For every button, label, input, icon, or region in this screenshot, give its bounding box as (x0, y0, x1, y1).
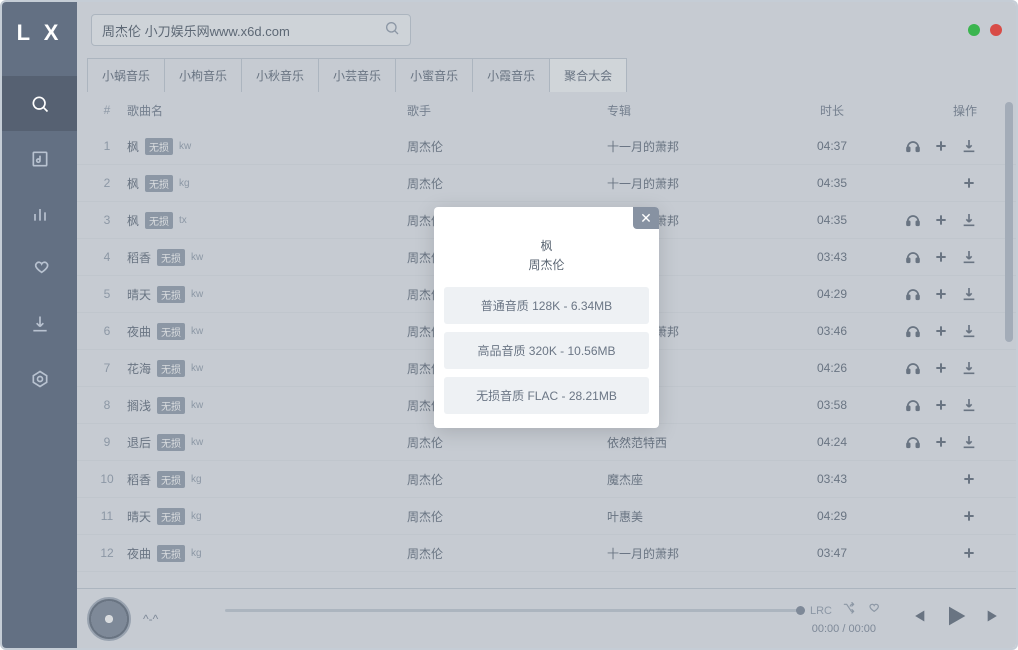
nav-charts[interactable] (2, 186, 77, 241)
nav-library[interactable] (2, 131, 77, 186)
close-icon[interactable]: ✕ (633, 207, 659, 229)
modal-overlay[interactable]: ✕ 枫 周杰伦 普通音质 128K - 6.34MB 高品音质 320K - 1… (77, 2, 1016, 648)
popup-song-title: 枫 (444, 237, 649, 254)
app-logo: L X (17, 2, 63, 76)
quality-option-flac[interactable]: 无损音质 FLAC - 28.21MB (444, 377, 649, 414)
nav-favorites[interactable] (2, 241, 77, 296)
nav-downloads[interactable] (2, 296, 77, 351)
quality-option-320k[interactable]: 高品音质 320K - 10.56MB (444, 332, 649, 369)
main-panel: 小蜗音乐小枸音乐小秋音乐小芸音乐小蜜音乐小霞音乐聚合大会 # 歌曲名 歌手 专辑… (77, 2, 1016, 648)
nav-settings[interactable] (2, 351, 77, 406)
nav-search[interactable] (2, 76, 77, 131)
quality-popup: ✕ 枫 周杰伦 普通音质 128K - 6.34MB 高品音质 320K - 1… (434, 207, 659, 428)
sidebar: L X (2, 2, 77, 648)
popup-artist: 周杰伦 (444, 256, 649, 273)
quality-option-128k[interactable]: 普通音质 128K - 6.34MB (444, 287, 649, 324)
